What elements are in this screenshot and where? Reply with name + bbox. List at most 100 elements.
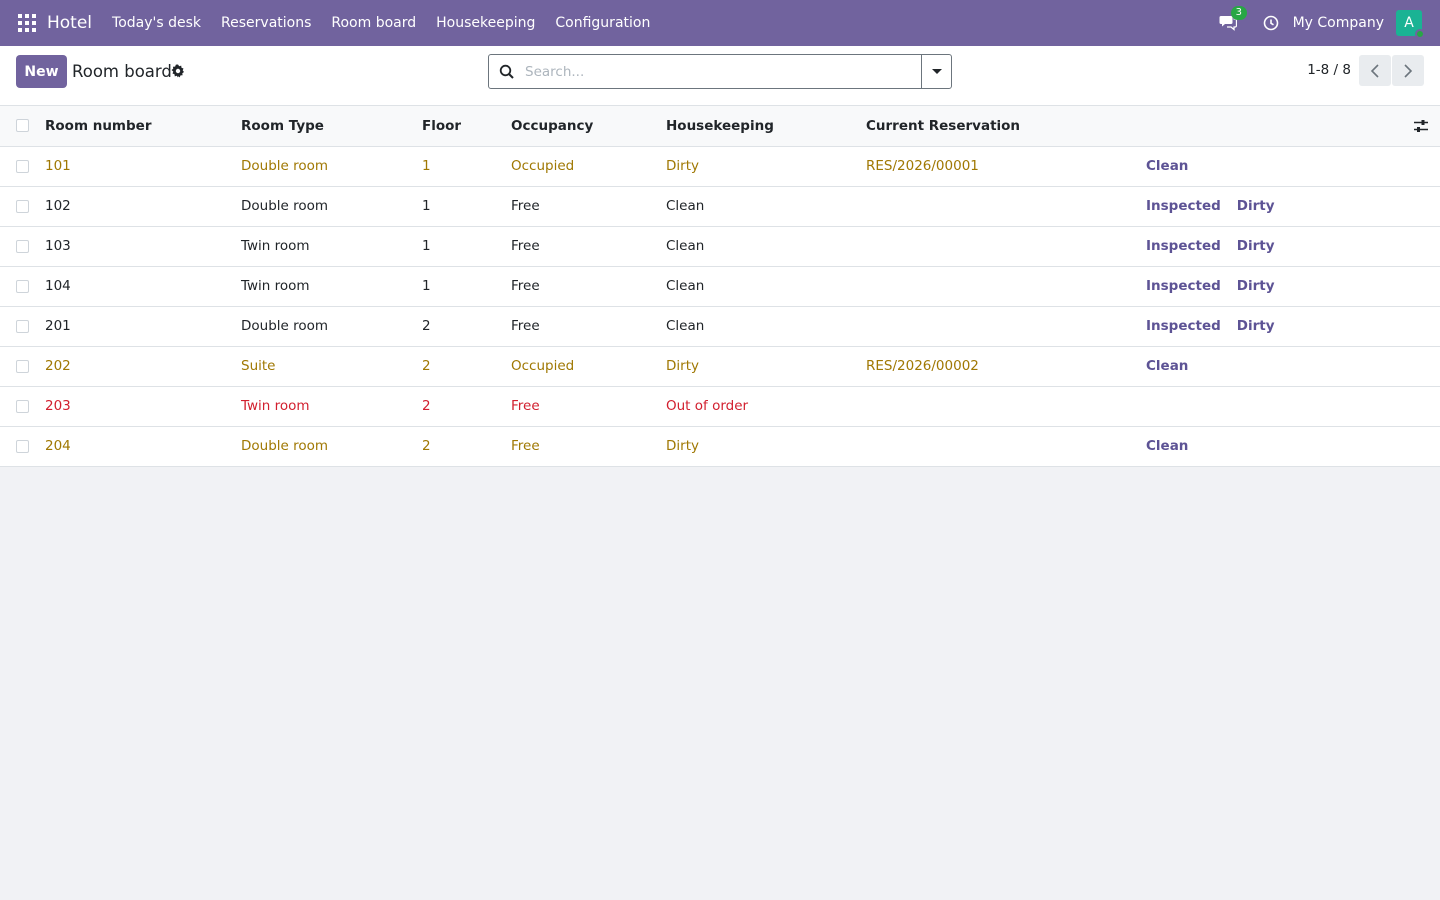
search-options-toggle[interactable] — [921, 55, 951, 88]
chat-icon[interactable]: 3 — [1219, 6, 1247, 33]
room-type-cell: Double room — [241, 306, 422, 347]
current-reservation-cell: RES/2026/00001 — [866, 146, 1146, 187]
pager-next-button[interactable] — [1392, 55, 1424, 86]
room-type-cell: Suite — [241, 346, 422, 387]
chevron-down-icon — [931, 69, 942, 74]
row-checkbox[interactable] — [16, 439, 29, 453]
room-number-cell: 204 — [45, 426, 241, 467]
top-navbar: Hotel Today's desk Reservations Room boa… — [0, 0, 1440, 46]
row-checkbox[interactable] — [16, 279, 29, 293]
current-reservation-cell: RES/2026/00002 — [866, 346, 1146, 387]
current-reservation-cell — [866, 386, 1146, 427]
housekeeping-cell: Out of order — [666, 386, 866, 427]
room-type-cell: Double room — [241, 186, 422, 227]
room-number-cell: 202 — [45, 346, 241, 387]
room-table: Room number Room Type Floor Occupancy Ho… — [0, 106, 1440, 467]
activity-clock-icon[interactable] — [1263, 15, 1279, 31]
row-actions: Inspected Dirty — [1146, 266, 1440, 307]
gear-icon[interactable] — [171, 64, 185, 78]
mark-dirty-button[interactable]: Dirty — [1237, 278, 1275, 294]
chevron-left-icon — [1370, 63, 1379, 78]
table-row[interactable]: 203 Twin room 2 Free Out of order — [0, 386, 1440, 427]
mark-inspected-button[interactable]: Inspected — [1146, 318, 1221, 334]
mark-clean-button[interactable]: Clean — [1146, 438, 1188, 454]
table-row[interactable]: 104 Twin room 1 Free Clean Inspected Dirty — [0, 266, 1440, 307]
table-row[interactable]: 204 Double room 2 Free Dirty Clean — [0, 426, 1440, 467]
user-avatar[interactable]: A — [1396, 10, 1425, 39]
optional-columns-icon[interactable] — [1414, 119, 1428, 133]
room-number-cell: 203 — [45, 386, 241, 427]
menu-configuration[interactable]: Configuration — [545, 15, 660, 31]
floor-cell: 2 — [422, 426, 511, 467]
control-panel: New Room board 1-8 / 8 — [0, 46, 1440, 106]
mark-clean-button[interactable]: Clean — [1146, 158, 1188, 174]
company-switcher[interactable]: My Company — [1293, 15, 1384, 31]
row-actions: Clean — [1146, 426, 1440, 467]
column-current-reservation[interactable]: Current Reservation — [866, 106, 1146, 147]
pager-value[interactable]: 1-8 / 8 — [1307, 62, 1351, 78]
room-type-cell: Twin room — [241, 386, 422, 427]
column-room-number[interactable]: Room number — [45, 106, 241, 147]
column-housekeeping[interactable]: Housekeeping — [666, 106, 866, 147]
housekeeping-cell: Dirty — [666, 146, 866, 187]
row-actions: Inspected Dirty — [1146, 226, 1440, 267]
floor-cell: 1 — [422, 146, 511, 187]
app-grid-icon[interactable] — [18, 14, 36, 32]
mark-inspected-button[interactable]: Inspected — [1146, 278, 1221, 294]
mark-inspected-button[interactable]: Inspected — [1146, 198, 1221, 214]
search-input[interactable] — [525, 63, 921, 80]
occupancy-cell: Free — [511, 186, 666, 227]
table-row[interactable]: 101 Double room 1 Occupied Dirty RES/2026/000… — [0, 146, 1440, 187]
room-number-cell: 201 — [45, 306, 241, 347]
app-name[interactable]: Hotel — [47, 13, 92, 33]
row-checkbox[interactable] — [16, 359, 29, 373]
housekeeping-cell: Dirty — [666, 426, 866, 467]
table-row[interactable]: 201 Double room 2 Free Clean Inspected Dirty — [0, 306, 1440, 347]
column-room-type[interactable]: Room Type — [241, 106, 422, 147]
menu-housekeeping[interactable]: Housekeeping — [426, 15, 545, 31]
occupancy-cell: Free — [511, 386, 666, 427]
mark-dirty-button[interactable]: Dirty — [1237, 238, 1275, 254]
housekeeping-cell: Clean — [666, 306, 866, 347]
floor-cell: 2 — [422, 346, 511, 387]
online-status-icon — [1415, 29, 1425, 39]
floor-cell: 2 — [422, 386, 511, 427]
table-header: Room number Room Type Floor Occupancy Ho… — [0, 106, 1440, 147]
new-button[interactable]: New — [16, 55, 67, 88]
menu-room-board[interactable]: Room board — [321, 15, 426, 31]
table-row[interactable]: 102 Double room 1 Free Clean Inspected Dirty — [0, 186, 1440, 227]
room-type-cell: Double room — [241, 146, 422, 187]
table-row[interactable]: 103 Twin room 1 Free Clean Inspected Dirty — [0, 226, 1440, 267]
table-row[interactable]: 202 Suite 2 Occupied Dirty RES/2026/00002 Clea… — [0, 346, 1440, 387]
room-number-cell: 104 — [45, 266, 241, 307]
room-number-cell: 102 — [45, 186, 241, 227]
pager-previous-button[interactable] — [1359, 55, 1391, 86]
housekeeping-cell: Dirty — [666, 346, 866, 387]
menu-todays-desk[interactable]: Today's desk — [102, 15, 211, 31]
row-checkbox[interactable] — [16, 399, 29, 413]
search-bar — [488, 54, 952, 89]
room-type-cell: Double room — [241, 426, 422, 467]
housekeeping-cell: Clean — [666, 266, 866, 307]
menu-reservations[interactable]: Reservations — [211, 15, 321, 31]
column-floor[interactable]: Floor — [422, 106, 511, 147]
room-type-cell: Twin room — [241, 266, 422, 307]
floor-cell: 1 — [422, 266, 511, 307]
mark-inspected-button[interactable]: Inspected — [1146, 238, 1221, 254]
floor-cell: 1 — [422, 226, 511, 267]
row-checkbox[interactable] — [16, 239, 29, 253]
mark-dirty-button[interactable]: Dirty — [1237, 318, 1275, 334]
mark-dirty-button[interactable]: Dirty — [1237, 198, 1275, 214]
row-checkbox[interactable] — [16, 199, 29, 213]
occupancy-cell: Free — [511, 226, 666, 267]
row-checkbox[interactable] — [16, 319, 29, 333]
row-actions: Inspected Dirty — [1146, 306, 1440, 347]
occupancy-cell: Free — [511, 426, 666, 467]
select-all-checkbox[interactable] — [16, 119, 29, 133]
row-checkbox[interactable] — [16, 159, 29, 173]
housekeeping-cell: Clean — [666, 226, 866, 267]
column-occupancy[interactable]: Occupancy — [511, 106, 666, 147]
mark-clean-button[interactable]: Clean — [1146, 358, 1188, 374]
current-reservation-cell — [866, 426, 1146, 467]
row-actions: Clean — [1146, 346, 1440, 387]
